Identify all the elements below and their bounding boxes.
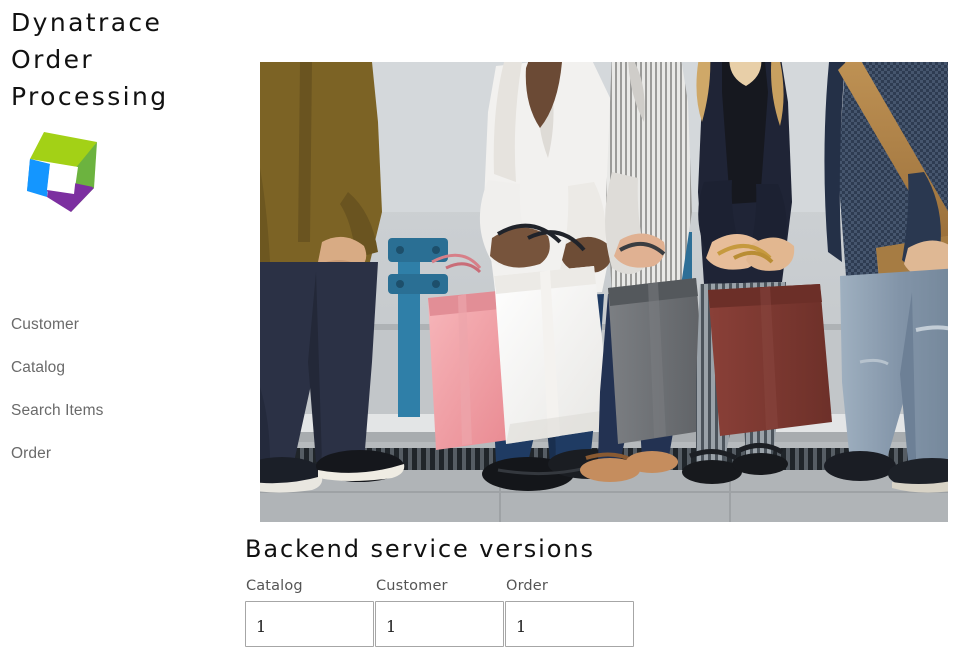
customer-version-label: Customer	[376, 578, 448, 594]
order-version-input[interactable]	[505, 601, 634, 647]
sidebar-item-catalog[interactable]: Catalog	[0, 355, 250, 398]
dynatrace-hexagon-logo-icon	[14, 126, 104, 220]
page-title: Dynatrace Order Processing	[11, 4, 241, 115]
order-version-field: Order	[505, 577, 634, 647]
order-version-label: Order	[506, 578, 548, 594]
customer-version-field: Customer	[375, 577, 504, 647]
page-title-line-2: Order	[11, 45, 95, 74]
sidebar-nav: Customer Catalog Search Items Order	[0, 312, 250, 484]
page-title-line-3: Processing	[11, 82, 169, 111]
catalog-version-label: Catalog	[246, 578, 303, 594]
sidebar-item-order[interactable]: Order	[0, 441, 250, 484]
sidebar: Dynatrace Order Processing Customer Cata…	[0, 0, 250, 660]
version-fields-row: Catalog Customer Order	[245, 577, 945, 647]
page-title-line-1: Dynatrace	[11, 8, 163, 37]
backend-versions-heading: Backend service versions	[245, 535, 595, 563]
sidebar-item-search-items[interactable]: Search Items	[0, 398, 250, 441]
hero-shoppers-photo	[260, 62, 948, 522]
catalog-version-input[interactable]	[245, 601, 374, 647]
sidebar-item-customer[interactable]: Customer	[0, 312, 250, 355]
catalog-version-field: Catalog	[245, 577, 374, 647]
customer-version-input[interactable]	[375, 601, 504, 647]
backend-service-versions-section: Backend service versions Catalog Custome…	[245, 532, 945, 647]
